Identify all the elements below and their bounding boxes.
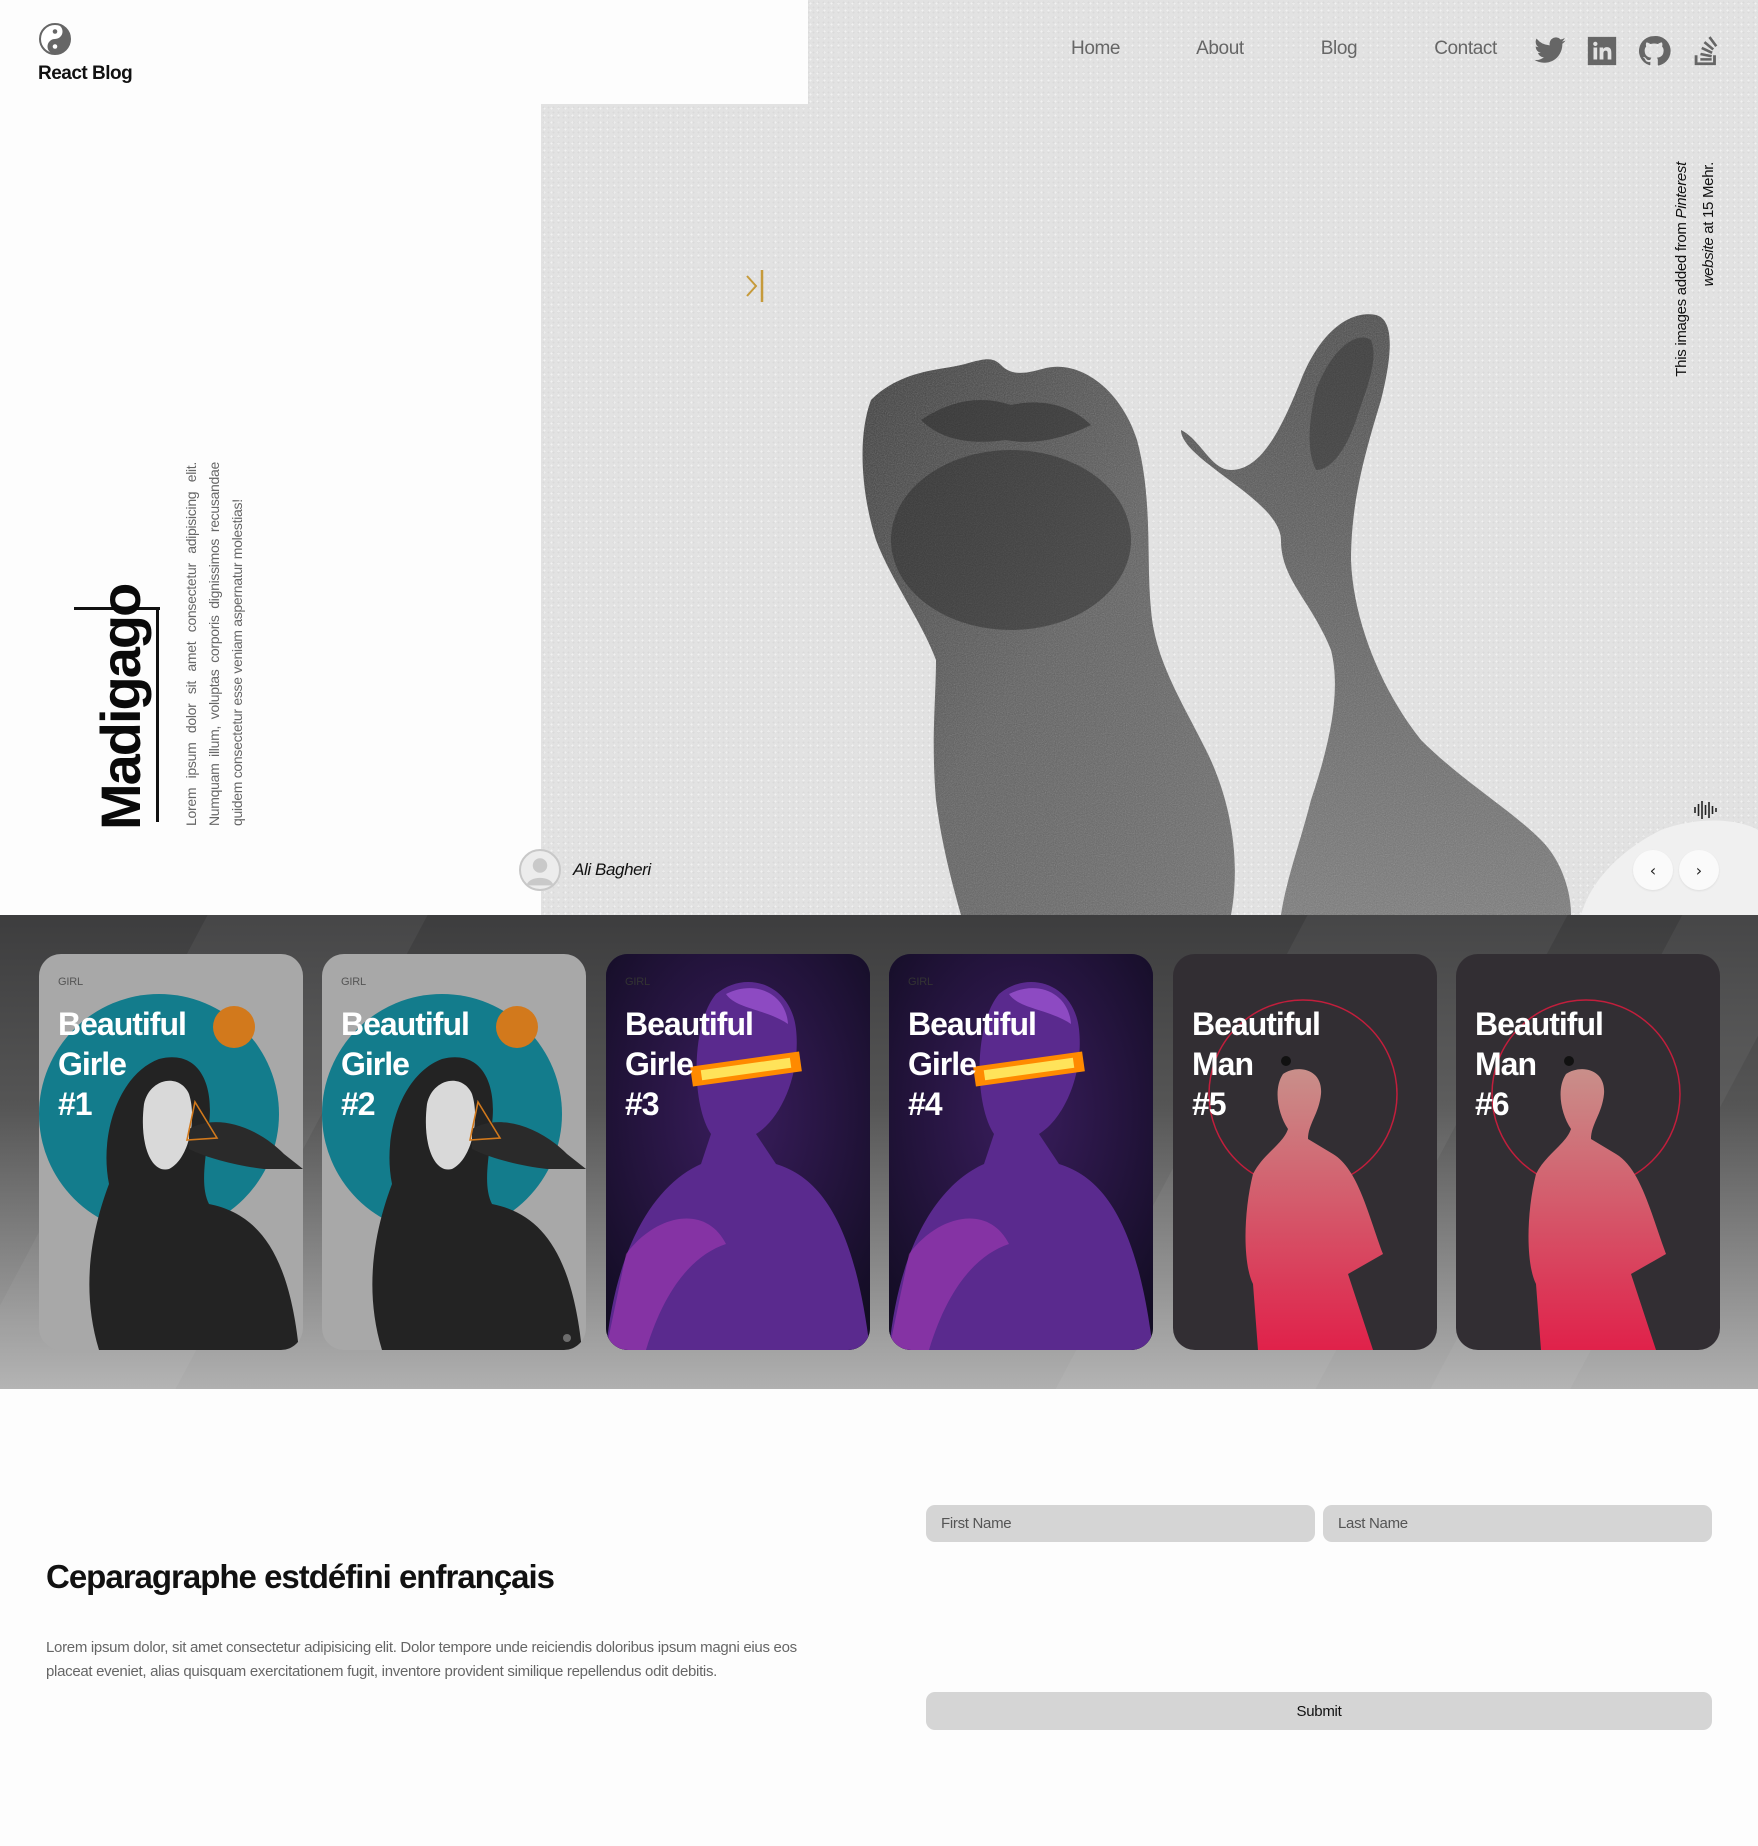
- twitter-icon[interactable]: [1533, 34, 1567, 68]
- card-tag: GIRL: [625, 976, 650, 988]
- image-credit: This images added from Pinterest website…: [1668, 162, 1722, 392]
- card-title: Beautiful Man #6: [1475, 1006, 1604, 1122]
- text-cursor-icon: [746, 270, 764, 302]
- hero-portrait: [862, 314, 1758, 915]
- linkedin-icon[interactable]: [1585, 34, 1619, 68]
- cards-section: GIRL Beautiful Girle #1 GIRL Beautiful Girl…: [0, 915, 1758, 1389]
- first-name-field[interactable]: [926, 1505, 1315, 1542]
- submit-button[interactable]: Submit: [926, 1692, 1712, 1730]
- author[interactable]: Ali Bagheri: [519, 849, 651, 891]
- github-icon[interactable]: [1637, 34, 1671, 68]
- hero-title: Madigago: [89, 584, 152, 830]
- title-accent-bar-vertical: [156, 607, 159, 822]
- card-title: Beautiful Girle #2: [341, 1006, 470, 1122]
- card-tag: GIRL: [908, 976, 933, 988]
- card-5[interactable]: Beautiful Man #5: [1173, 954, 1437, 1350]
- card-title: Beautiful Man #5: [1192, 1006, 1321, 1122]
- card-6[interactable]: Beautiful Man #6: [1456, 954, 1720, 1350]
- last-name-field[interactable]: [1323, 1505, 1712, 1542]
- next-button[interactable]: ›: [1679, 850, 1719, 890]
- user-icon: [526, 858, 554, 886]
- author-avatar: [519, 849, 561, 891]
- hero-image: [541, 0, 1758, 915]
- section-title: Ceparagraphe estdéfini enfrançais: [46, 1558, 555, 1595]
- social-links: [1533, 34, 1723, 68]
- card-3[interactable]: GIRL Beautiful Girle #3: [606, 954, 870, 1350]
- prev-button[interactable]: ‹: [1633, 850, 1673, 890]
- card-title: Beautiful Girle #1: [58, 1006, 187, 1122]
- credit-suffix: at 15 Mehr.: [1700, 162, 1717, 238]
- card-title: Beautiful Girle #3: [625, 1006, 754, 1122]
- card-1[interactable]: GIRL Beautiful Girle #1: [39, 954, 303, 1350]
- nav-blog[interactable]: Blog: [1321, 38, 1358, 60]
- sound-wave-icon[interactable]: [1693, 800, 1719, 820]
- main-nav: Home About Blog Contact: [1071, 38, 1497, 60]
- yin-yang-icon: [39, 23, 71, 55]
- slider-controls: ‹ ›: [1633, 850, 1719, 890]
- nav-about[interactable]: About: [1196, 38, 1244, 60]
- card-4[interactable]: GIRL Beautiful Girle #4: [889, 954, 1153, 1350]
- author-name: Ali Bagheri: [573, 860, 651, 879]
- card-2[interactable]: GIRL Beautiful Girle #2: [322, 954, 586, 1350]
- stackoverflow-icon[interactable]: [1689, 34, 1723, 68]
- section-text: Lorem ipsum dolor, sit amet consectetur …: [46, 1639, 797, 1680]
- card-tag: GIRL: [58, 976, 83, 988]
- hero-description: Lorem ipsum dolor sit amet consectetur a…: [183, 462, 245, 826]
- brand[interactable]: React Blog: [38, 22, 133, 85]
- nav-contact[interactable]: Contact: [1434, 38, 1497, 60]
- brand-title: React Blog: [38, 63, 133, 84]
- card-tag: GIRL: [341, 976, 366, 988]
- nav-home[interactable]: Home: [1071, 38, 1120, 60]
- credit-prefix: This images added from: [1673, 218, 1690, 377]
- hero-corner-cutout: [541, 0, 808, 104]
- card-title: Beautiful Girle #4: [908, 1006, 1037, 1122]
